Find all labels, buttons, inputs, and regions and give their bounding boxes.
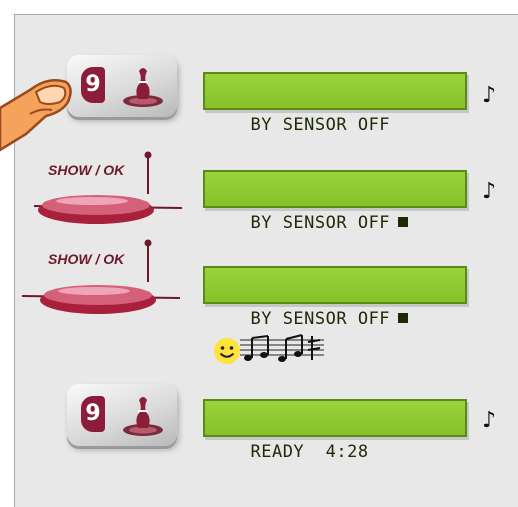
key-9-button[interactable]: 9 <box>67 384 177 446</box>
lcd-text: BY SENSOR OFF <box>250 115 391 135</box>
key-number-badge: 9 <box>81 396 105 432</box>
show-ok-button[interactable] <box>22 238 182 318</box>
key-number-badge: 9 <box>81 67 105 103</box>
lcd-cursor <box>398 217 409 227</box>
key-9-button[interactable]: 9 <box>67 55 177 117</box>
lcd-display: BY SENSOR OFF <box>203 266 467 329</box>
bowling-pin-icon <box>123 397 163 436</box>
bowling-pin-icon <box>123 68 163 107</box>
lcd-display: BY SENSOR OFF <box>203 170 467 233</box>
lcd-display: BY SENSOR OFF <box>203 72 467 135</box>
smiley-icon <box>214 338 240 364</box>
music-note-icon: ♪ <box>482 408 497 433</box>
music-notes-icon <box>240 334 324 362</box>
pointing-hand-icon <box>0 79 72 152</box>
lcd-text: READY 4:28 <box>250 442 369 462</box>
lcd-display: READY 4:28 <box>203 399 467 462</box>
music-note-icon: ♪ <box>482 83 497 108</box>
lcd-text: BY SENSOR OFF <box>250 309 391 329</box>
show-ok-button[interactable] <box>34 150 184 230</box>
lcd-cursor <box>398 313 409 323</box>
music-note-icon: ♪ <box>482 179 497 204</box>
lcd-text: BY SENSOR OFF <box>250 213 391 233</box>
